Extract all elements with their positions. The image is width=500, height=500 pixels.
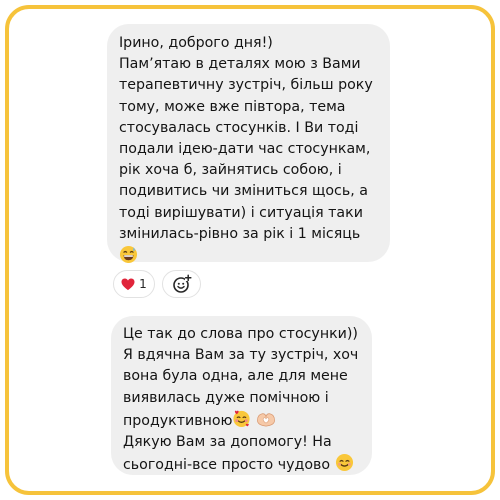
message-line: тоді вирішувати) і ситуація таки <box>119 204 363 221</box>
message-line: рік хоча б, зайнятись собою, і <box>119 162 342 179</box>
message-line: тому, може вже півтора, тема <box>119 98 346 115</box>
message-line: стосувалась стосунків. І Ви тоді <box>119 119 359 136</box>
message-line: терапевтичну зустріч, більш року <box>119 77 373 94</box>
red-heart-icon <box>121 278 135 290</box>
heart-hands-emoji-icon <box>257 413 276 427</box>
message-bubble-2[interactable]: Це так до слова про стосунки)) Я вдячна … <box>111 316 372 475</box>
message-line: подали ідею-дати час стосункам, <box>119 141 371 158</box>
message-line: подивитись чи зміниться щось, а <box>119 183 368 200</box>
message-line: сьогодні-все просто чудово <box>123 453 360 476</box>
message-bubble-1[interactable]: Ірино, доброго дня!) Пам’ятаю в деталях … <box>107 24 390 264</box>
message-line: вона була одна, але для мене <box>123 368 348 385</box>
smiling-face-emoji-icon <box>335 454 353 472</box>
grinning-sweat-emoji-icon <box>119 245 138 264</box>
message-line: продуктивною <box>123 409 360 432</box>
reaction-count: 1 <box>139 277 147 291</box>
message-line: виявилась дуже помічною і <box>123 389 329 406</box>
message-line: Я вдячна Вам за ту зустріч, хоч <box>123 347 359 364</box>
smiling-face-with-hearts-emoji-icon <box>233 410 251 427</box>
message-text: продуктивною <box>123 412 233 429</box>
message-line <box>119 245 378 268</box>
message-line: Це так до слова про стосунки)) <box>123 326 358 342</box>
reaction-pill[interactable]: 1 <box>113 270 155 298</box>
add-reaction-icon <box>172 274 192 293</box>
message-line: Пам’ятаю в деталях мою з Вами <box>119 56 361 73</box>
message-line: Дякую Вам за допомогу! На <box>123 434 332 451</box>
message-line: змінилась-рівно за рік і 1 місяць <box>119 225 361 242</box>
message-text: сьогодні-все просто чудово <box>123 457 331 474</box>
add-reaction-button[interactable] <box>162 270 201 298</box>
message-line: Ірино, доброго дня!) <box>119 35 273 51</box>
